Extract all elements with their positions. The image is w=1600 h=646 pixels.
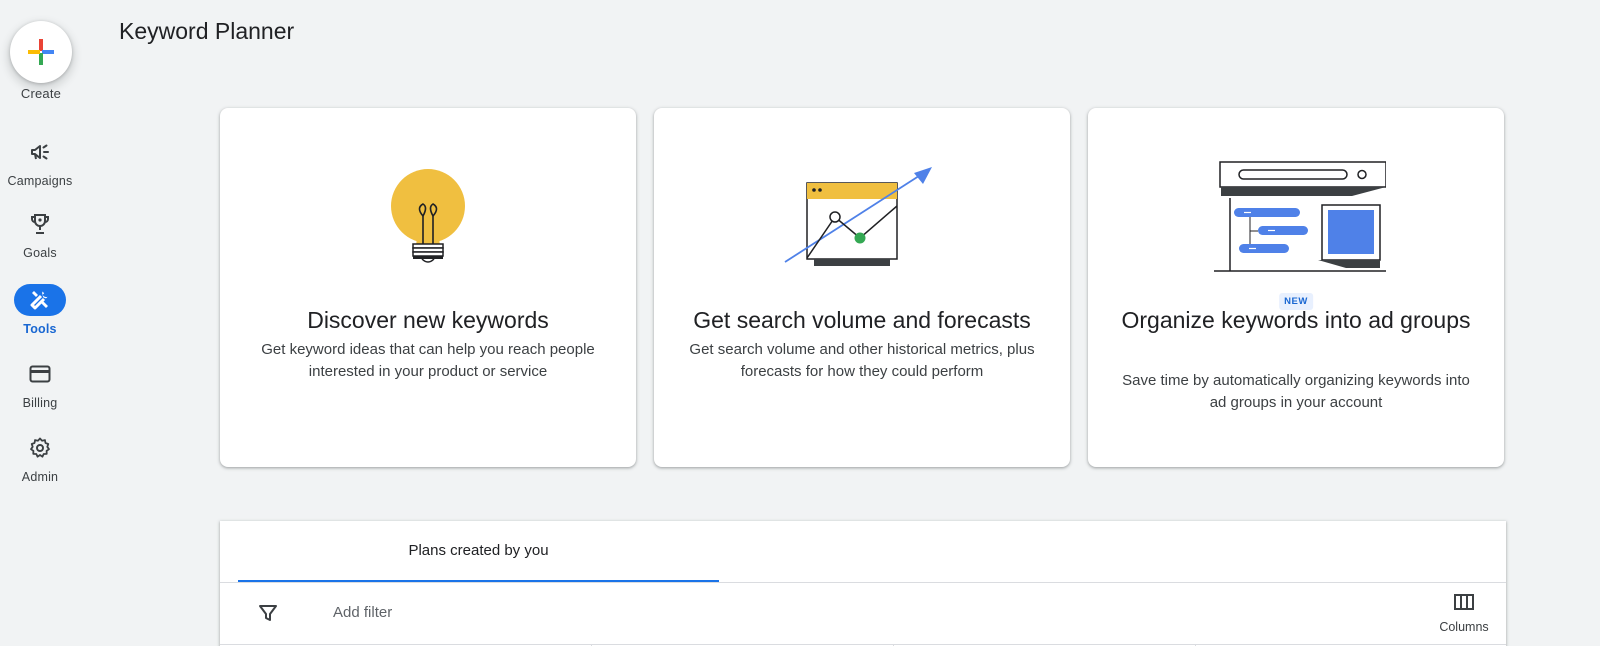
columns-button[interactable]: Columns [1434, 593, 1494, 634]
tools-icon [14, 284, 66, 316]
columns-icon [1454, 594, 1474, 610]
nav-item-campaigns[interactable]: Campaigns [0, 136, 80, 188]
ad-groups-illustration [1088, 148, 1504, 288]
nav-rail: Create Campaigns Goals Tools Billing Adm… [0, 0, 80, 646]
plans-panel: Plans created by you Add filter Columns [220, 521, 1506, 646]
nav-label-billing: Billing [22, 396, 58, 410]
filter-icon[interactable] [256, 601, 280, 625]
nav-label-goals: Goals [23, 246, 57, 260]
card-title: Get search volume and forecasts [693, 307, 1031, 333]
card-organize-ad-groups[interactable]: NEW Organize keywords into ad groups Sav… [1088, 108, 1504, 467]
card-title: Organize keywords into ad groups [1121, 307, 1471, 333]
create-label: Create [20, 86, 62, 101]
card-description: Get keyword ideas that can help you reac… [261, 341, 595, 380]
filter-bar: Add filter Columns [220, 583, 1506, 645]
divider [220, 644, 1506, 645]
nav-label-admin: Admin [21, 470, 59, 484]
megaphone-icon [14, 136, 66, 168]
credit-card-icon [14, 358, 66, 390]
nav-item-admin[interactable]: Admin [0, 432, 80, 484]
nav-item-goals[interactable]: Goals [0, 208, 80, 260]
nav-label-tools: Tools [23, 322, 57, 336]
card-discover-keywords[interactable]: Discover new keywords Get keyword ideas … [220, 108, 636, 467]
plus-icon [28, 39, 54, 65]
card-title: Discover new keywords [307, 307, 549, 333]
add-filter-button[interactable]: Add filter [333, 604, 392, 621]
nav-item-billing[interactable]: Billing [0, 358, 80, 410]
page-title: Keyword Planner [119, 18, 295, 44]
chart-trend-illustration [654, 148, 1070, 288]
lightbulb-illustration [220, 148, 636, 288]
tab-plans-created-by-you[interactable]: Plans created by you [238, 521, 719, 582]
create-button[interactable] [10, 21, 72, 83]
nav-item-tools[interactable]: Tools [0, 284, 80, 336]
card-search-volume-forecasts[interactable]: Get search volume and forecasts Get sear… [654, 108, 1070, 467]
gear-icon [14, 432, 66, 464]
trophy-icon [14, 208, 66, 240]
columns-label: Columns [1439, 620, 1489, 634]
nav-label-campaigns: Campaigns [7, 174, 73, 188]
card-description: Get search volume and other historical m… [689, 341, 1035, 380]
card-description: Save time by automatically organizing ke… [1122, 372, 1470, 411]
